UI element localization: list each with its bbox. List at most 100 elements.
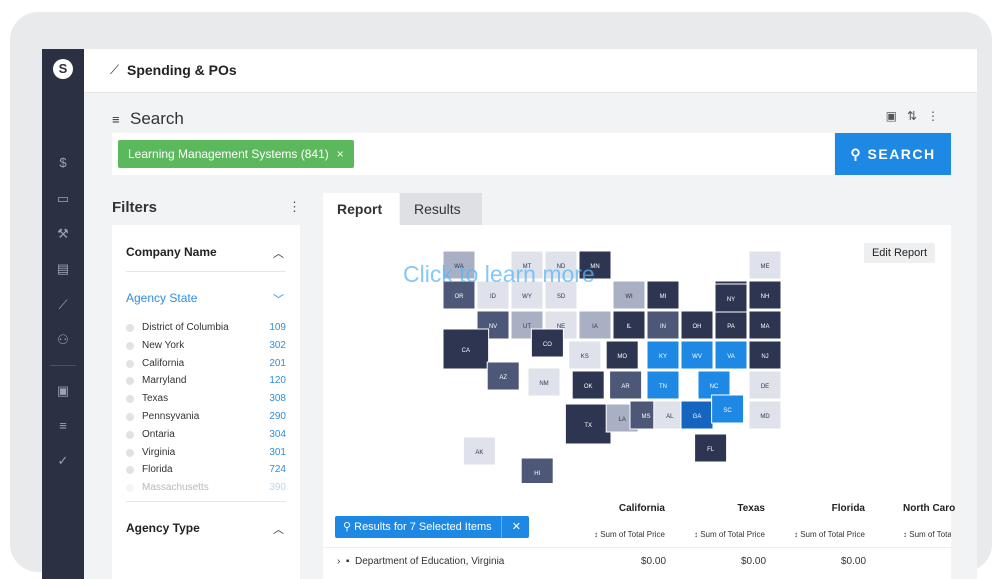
video-icon[interactable]: ▭ (55, 191, 71, 207)
map-state-label: TN (659, 384, 667, 390)
checkbox[interactable] (126, 484, 134, 493)
column-header[interactable]: Texas (693, 503, 765, 514)
chip-close-icon[interactable]: × (337, 147, 344, 161)
logo[interactable]: S (53, 59, 73, 79)
top-bar: ⟋ Spending & POs (84, 49, 977, 93)
table-cell: $0.00 (841, 556, 867, 567)
agency-state-item[interactable]: District of Columbia 109 (126, 319, 286, 337)
trend-icon[interactable]: ⟋ (55, 297, 71, 313)
filter-icon: ≡ (112, 112, 120, 127)
checkbox[interactable] (126, 359, 134, 368)
map-state-label: MA (761, 324, 770, 330)
sort-icon[interactable]: ⇅ (907, 109, 927, 123)
learn-more-overlay[interactable]: Click to learn more (403, 261, 595, 288)
expand-icon[interactable]: › (337, 556, 340, 567)
agency-state-item[interactable]: California 201 (126, 355, 286, 373)
map-state-label: IN (660, 324, 666, 330)
map-state-label: OR (455, 294, 465, 300)
agency-state-header[interactable]: Agency State (126, 291, 197, 305)
more-menu-icon[interactable]: ⋮ (927, 109, 949, 123)
filters-panel: Company Name ︿ Agency State ﹀ District o… (112, 225, 300, 579)
checkbox[interactable] (126, 448, 134, 457)
save-icon[interactable]: ▣ (55, 383, 71, 399)
save-search-icon[interactable]: ▣ (886, 109, 907, 123)
tab-report[interactable]: Report (323, 193, 399, 225)
tab-results[interactable]: Results (400, 193, 482, 225)
agency-state-item[interactable]: Ontaria 304 (126, 426, 286, 444)
company-name-header[interactable]: Company Name (126, 245, 217, 259)
table-cell: $0.00 (741, 556, 767, 567)
map-state-label: MS (642, 414, 651, 420)
search-input[interactable]: Learning Management Systems (841) × (112, 133, 834, 175)
close-icon[interactable]: ✕ (512, 516, 521, 538)
list-icon[interactable]: ≡ (55, 418, 71, 434)
map-state-label: KY (659, 354, 667, 360)
search-icon: ⚲ (850, 146, 863, 162)
chevron-down-icon[interactable]: ﹀ (273, 291, 284, 307)
document-icon[interactable]: ▤ (55, 261, 71, 277)
device-frame: S $ ▭ ⚒ ▤ ⟋ ⚇ ▣ ≡ ✓ ⟋ Spending & POs ≡ Se… (10, 12, 992, 579)
divider (126, 501, 286, 502)
column-header[interactable]: California (593, 503, 665, 514)
checkbox[interactable] (126, 341, 134, 350)
checkbox[interactable] (126, 395, 134, 404)
map-state-label: AL (666, 414, 674, 420)
check-icon[interactable]: ✓ (55, 453, 71, 469)
map-state-label: NJ (761, 354, 768, 360)
divider (126, 271, 286, 272)
page-title: Spending & POs (127, 62, 237, 78)
map-state-label: AK (475, 450, 483, 456)
agency-state-item[interactable]: New York 302 (126, 337, 286, 355)
map-state-label: WI (625, 294, 633, 300)
checkbox[interactable] (126, 377, 134, 386)
search-chip[interactable]: Learning Management Systems (841) × (118, 140, 354, 168)
map-state-label: OK (584, 384, 593, 390)
map-state-label: NM (539, 381, 548, 387)
chevron-up-icon[interactable]: ︿ (273, 521, 284, 537)
sidebar-divider (50, 365, 76, 366)
edit-report-button[interactable]: Edit Report (863, 243, 935, 263)
map-state-label: HI (534, 471, 540, 477)
map-state-label: MD (760, 414, 770, 420)
gavel-icon[interactable]: ⚒ (55, 226, 71, 242)
dollar-icon[interactable]: $ (55, 155, 71, 171)
agency-state-item[interactable]: Massachusetts 390 (126, 479, 286, 497)
map-state-label: DE (761, 384, 769, 390)
checkbox[interactable] (126, 324, 134, 332)
map-state-label: CA (462, 348, 470, 354)
map-state-label: IA (592, 324, 598, 330)
row-icon: ▪ (345, 556, 350, 567)
agency-state-item[interactable]: Texas 308 (126, 390, 286, 408)
table-row[interactable]: › ▪ Department of Education, Virginia (337, 556, 504, 567)
app-screen: S $ ▭ ⚒ ▤ ⟋ ⚇ ▣ ≡ ✓ ⟋ Spending & POs ≡ Se… (42, 49, 977, 579)
chevron-up-icon[interactable]: ︿ (273, 245, 284, 261)
filters-menu-icon[interactable]: ⋮ (288, 199, 301, 215)
agency-type-header[interactable]: Agency Type (126, 521, 200, 535)
button-divider (501, 516, 502, 538)
report-panel: Edit Report WAMTNDMNMEORIDWYSDWIMIVTNHNV… (323, 225, 955, 579)
map-state-label: NY (727, 297, 735, 303)
search-heading: ≡ Search (112, 109, 184, 128)
column-header[interactable]: Florida (793, 503, 865, 514)
map-state-label: WV (692, 354, 702, 360)
agency-state-item[interactable]: Florida 724 (126, 461, 286, 479)
column-header[interactable]: North Caro (883, 503, 963, 514)
filters-title: Filters (112, 199, 158, 216)
map-state-label: SC (723, 408, 732, 414)
agency-state-item[interactable]: Pennsyvania 290 (126, 408, 286, 426)
map-state-label: IL (626, 324, 632, 330)
users-icon[interactable]: ⚇ (55, 332, 71, 348)
map-state-label: FL (707, 447, 715, 453)
checkbox[interactable] (126, 430, 134, 439)
map-state-label: UT (523, 324, 531, 330)
column-subheader: ↕ Sum of Total Price (903, 530, 951, 539)
column-subheader: ↕ Sum of Total Price (693, 530, 765, 539)
map-state-label: AZ (499, 375, 507, 381)
checkbox[interactable] (126, 412, 134, 421)
agency-state-item[interactable]: Marryland 120 (126, 372, 286, 390)
checkbox[interactable] (126, 466, 134, 475)
map-state-label: MI (660, 294, 667, 300)
search-button[interactable]: ⚲ SEARCH (835, 133, 951, 175)
results-selected-button[interactable]: ⚲ Results for 7 Selected Items ✕ (335, 516, 529, 538)
agency-state-item[interactable]: Virginia 301 (126, 444, 286, 462)
